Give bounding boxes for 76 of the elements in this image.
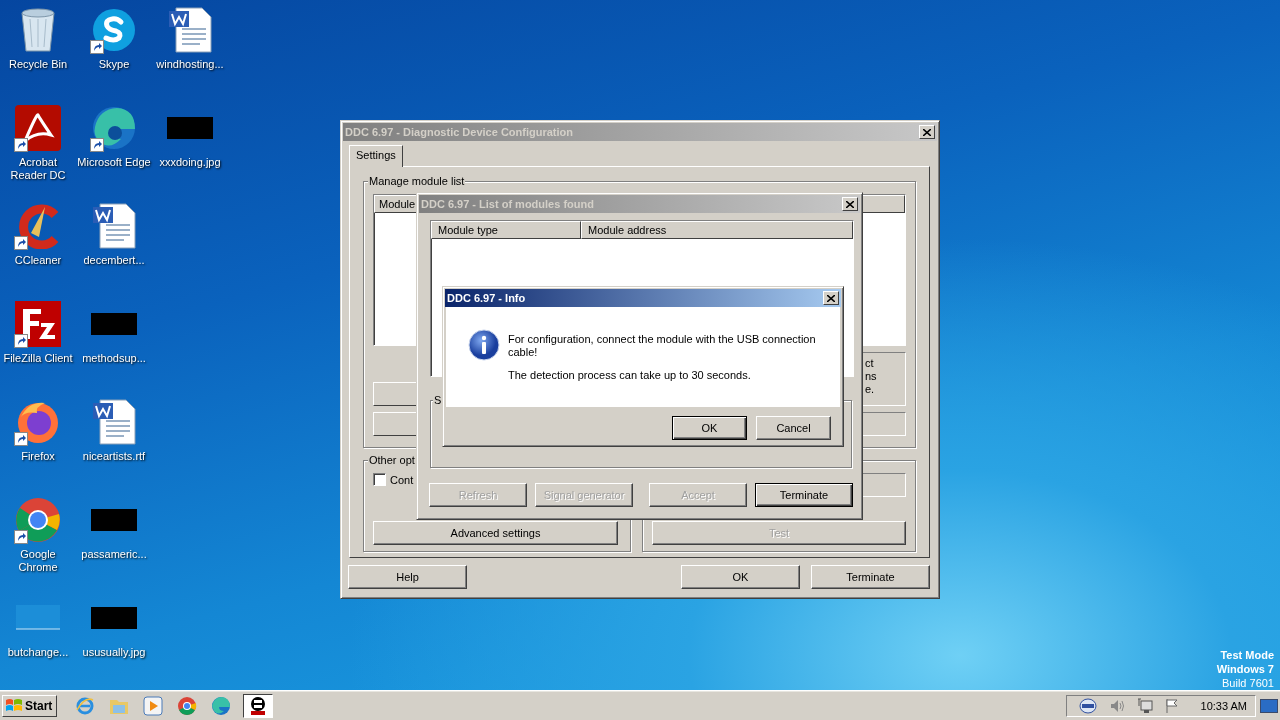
pdf-app-icon (15, 105, 61, 151)
desktop-icon-label[interactable]: windhosting... (156, 58, 224, 71)
play-icon (143, 695, 164, 716)
skype-icon (91, 7, 137, 53)
show-desktop-icon[interactable] (1260, 698, 1278, 713)
window-title: DDC 6.97 - Info (447, 292, 526, 304)
redacted-thumbnail-icon (167, 117, 213, 139)
desktop-icon-label[interactable]: methodsup... (82, 352, 146, 365)
recycle-bin-icon (18, 7, 58, 53)
dialog-button[interactable]: Terminate (811, 565, 930, 589)
close-icon (923, 128, 931, 136)
desktop-icon-label[interactable]: FileZilla Client (3, 352, 73, 365)
blank-file-icon (16, 603, 60, 633)
word-document-icon (92, 399, 136, 445)
message-text: The detection process can take up to 30 seconds. (508, 369, 752, 382)
close-icon (827, 294, 835, 302)
network-icon[interactable] (1136, 697, 1153, 714)
panel-text: ct (865, 357, 875, 370)
test-mode-text: Windows 7 (1216, 662, 1274, 676)
desktop-icon-label[interactable]: xxxdoing.jpg (159, 156, 221, 169)
desktop-icon-label[interactable]: Acrobat Reader DC (0, 156, 76, 182)
message-text: For configuration, connect the module with the USB connection cable! (508, 333, 817, 359)
checkbox-label: Cont (390, 473, 414, 486)
desktop-icon-label[interactable]: butchange... (7, 646, 69, 659)
info-icon (468, 329, 500, 361)
window-title: DDC 6.97 - Diagnostic Device Configuration (345, 126, 573, 138)
group-title: Other opt (368, 454, 416, 467)
column-header[interactable]: Module address (581, 221, 853, 239)
desktop-icon-label[interactable]: ususually.jpg (82, 646, 146, 659)
redacted-thumbnail-icon (91, 509, 137, 531)
desktop-icon-label[interactable]: niceartists.rtf (82, 450, 146, 463)
test-mode-text: Test Mode (1220, 648, 1274, 662)
panel-text: ns (865, 370, 878, 383)
flag-icon[interactable] (1164, 697, 1179, 714)
close-icon (846, 200, 854, 208)
edge-icon (211, 695, 232, 716)
group-title: Manage module list (368, 175, 466, 188)
desktop-icon-label[interactable]: decembert... (83, 254, 145, 267)
close-button[interactable] (842, 197, 858, 211)
panel-text: e. (865, 383, 876, 396)
word-document-icon (92, 203, 136, 249)
close-button[interactable] (823, 291, 839, 305)
network-badge-icon[interactable] (1078, 697, 1097, 714)
test-mode-text: Build 7601 (1222, 676, 1274, 690)
start-button[interactable]: Start (2, 694, 58, 717)
dialog-button[interactable]: OK (672, 416, 747, 440)
taskbar-app-button[interactable] (243, 693, 274, 718)
filezilla-icon (15, 301, 61, 347)
column-header[interactable]: Module type (431, 221, 581, 239)
column-header[interactable]: Module (374, 195, 417, 213)
dialog-button[interactable]: Terminate (755, 483, 853, 507)
redacted-thumbnail-icon (91, 607, 137, 629)
chrome-icon (15, 497, 61, 543)
windows-logo-icon (5, 697, 23, 714)
word-document-icon (168, 7, 212, 53)
tab[interactable]: Settings (349, 145, 403, 167)
desktop-icon-label[interactable]: Microsoft Edge (77, 156, 151, 169)
desktop-icon-label[interactable]: passameric... (81, 548, 147, 561)
desktop-icon-label[interactable]: Recycle Bin (8, 58, 68, 71)
redacted-thumbnail-icon (91, 313, 137, 335)
browser-e-icon (75, 695, 96, 716)
dialog-button[interactable]: Help (348, 565, 467, 589)
desktop-icon-label[interactable]: CCleaner (14, 254, 62, 267)
window-title: DDC 6.97 - List of modules found (421, 198, 594, 210)
clock[interactable]: 10:33 AM (1200, 699, 1247, 712)
dialog-button[interactable]: Cancel (756, 416, 831, 440)
advanced-settings-button[interactable]: Advanced settings (373, 521, 618, 545)
chrome-icon (177, 695, 198, 716)
dialog-button[interactable]: OK (681, 565, 800, 589)
group-title: S (433, 394, 443, 407)
checkbox[interactable] (373, 473, 386, 486)
desktop-icon-label[interactable]: Firefox (21, 450, 55, 463)
desktop-icon-label[interactable]: Skype (98, 58, 130, 71)
desktop-icon-label[interactable]: Google Chrome (0, 548, 76, 574)
edge-icon (91, 105, 137, 151)
close-button[interactable] (919, 125, 935, 139)
